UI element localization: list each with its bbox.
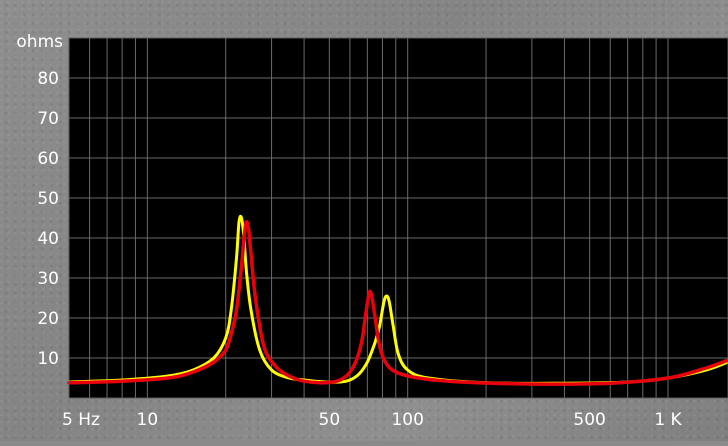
y-tick-label: 60: [37, 149, 59, 169]
y-tick-label: 80: [37, 69, 59, 89]
y-tick-label: 30: [37, 269, 59, 289]
plot-area: [69, 38, 728, 398]
impedance-chart: ohms 10 20 30 40 50 60 70 80 5 Hz 10 50 100 500 1 K: [16, 32, 728, 430]
y-axis-label: ohms: [16, 32, 63, 52]
y-tick-label: 70: [37, 109, 59, 129]
x-tick-labels: 5 Hz 10 50 100 500 1 K: [62, 410, 683, 430]
y-tick-labels: 10 20 30 40 50 60 70 80: [37, 69, 59, 369]
chart-frame: ohms 10 20 30 40 50 60 70 80 5 Hz 10 50 100 500 1 K: [0, 0, 728, 441]
y-tick-label: 20: [37, 309, 59, 329]
y-tick-label: 10: [37, 349, 59, 369]
x-tick-label: 50: [319, 410, 341, 430]
x-tick-label: 100: [391, 410, 423, 430]
x-tick-label: 5 Hz: [62, 410, 100, 430]
x-tick-label: 10: [137, 410, 159, 430]
x-tick-label: 500: [573, 410, 605, 430]
y-tick-label: 50: [37, 189, 59, 209]
x-tick-label: 1 K: [654, 410, 682, 430]
y-tick-label: 40: [37, 229, 59, 249]
